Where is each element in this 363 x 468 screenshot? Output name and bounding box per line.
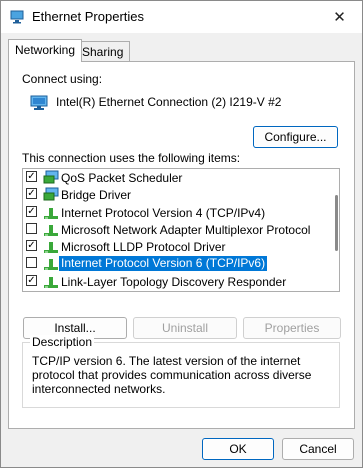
network-adapter-icon [10,10,24,24]
item-label: Link-Layer Topology Discovery Responder [61,275,287,289]
network-service-icon [43,187,59,202]
title-bar[interactable]: Ethernet Properties ✕ [1,1,362,33]
list-item[interactable]: Microsoft Network Adapter Multiplexor Pr… [23,221,323,238]
list-item[interactable]: ✓ Bridge Driver [23,186,323,203]
items-list[interactable]: ✓ QoS Packet Scheduler ✓ Bridge Driver ✓… [22,168,340,292]
connect-using-label: Connect using: [22,72,103,86]
item-checkbox[interactable]: ✓ [26,206,37,217]
network-service-icon [43,170,59,185]
list-scrollbar[interactable] [335,195,338,251]
item-checkbox[interactable] [26,223,37,234]
list-item[interactable]: ✓ Internet Protocol Version 4 (TCP/IPv4) [23,204,323,221]
item-checkbox[interactable]: ✓ [26,275,37,286]
item-label: Microsoft Network Adapter Multiplexor Pr… [61,223,311,237]
item-checkbox[interactable]: ✓ [26,171,37,182]
item-label: Microsoft LLDP Protocol Driver [61,240,226,254]
network-adapter-icon [30,95,48,111]
list-item[interactable]: ✓ Link-Layer Topology Discovery Responde… [23,273,323,290]
protocol-icon [43,205,59,220]
list-item[interactable]: ✓ QoS Packet Scheduler [23,169,323,186]
cancel-button[interactable]: Cancel [282,438,354,460]
configure-button[interactable]: Configure... [253,126,338,148]
protocol-icon [43,222,59,237]
description-text: TCP/IP version 6. The latest version of … [32,354,312,396]
list-item[interactable]: ✓ Microsoft LLDP Protocol Driver [23,238,323,255]
items-label: This connection uses the following items… [22,151,241,165]
window-title: Ethernet Properties [32,9,145,24]
close-icon: ✕ [333,9,346,26]
description-legend: Description [30,335,95,349]
ok-button[interactable]: OK [202,438,274,460]
item-checkbox[interactable]: ✓ [26,240,37,251]
item-checkbox[interactable]: ✓ [26,188,37,199]
properties-button[interactable]: Properties [243,317,341,339]
properties-window: Ethernet Properties ✕ Networking Sharing… [0,0,363,468]
description-group: Description TCP/IP version 6. The latest… [22,335,340,408]
close-button[interactable]: ✕ [317,1,362,33]
protocol-icon [43,274,59,289]
networking-panel: Connect using: Intel(R) Ethernet Connect… [8,61,355,429]
tab-sharing[interactable]: Sharing [75,41,131,62]
tab-networking[interactable]: Networking [8,39,83,62]
adapter-field: Intel(R) Ethernet Connection (2) I219-V … [22,89,339,115]
item-label: Internet Protocol Version 4 (TCP/IPv4) [61,206,266,220]
protocol-icon [43,256,59,271]
item-checkbox[interactable] [26,257,37,268]
item-label: Bridge Driver [61,188,132,202]
adapter-name: Intel(R) Ethernet Connection (2) I219-V … [56,95,282,109]
uninstall-button[interactable]: Uninstall [133,317,237,339]
list-item[interactable]: Internet Protocol Version 6 (TCP/IPv6) [23,255,323,272]
item-label: Internet Protocol Version 6 (TCP/IPv6) [59,256,268,271]
protocol-icon [43,239,59,254]
item-label: QoS Packet Scheduler [61,171,183,185]
